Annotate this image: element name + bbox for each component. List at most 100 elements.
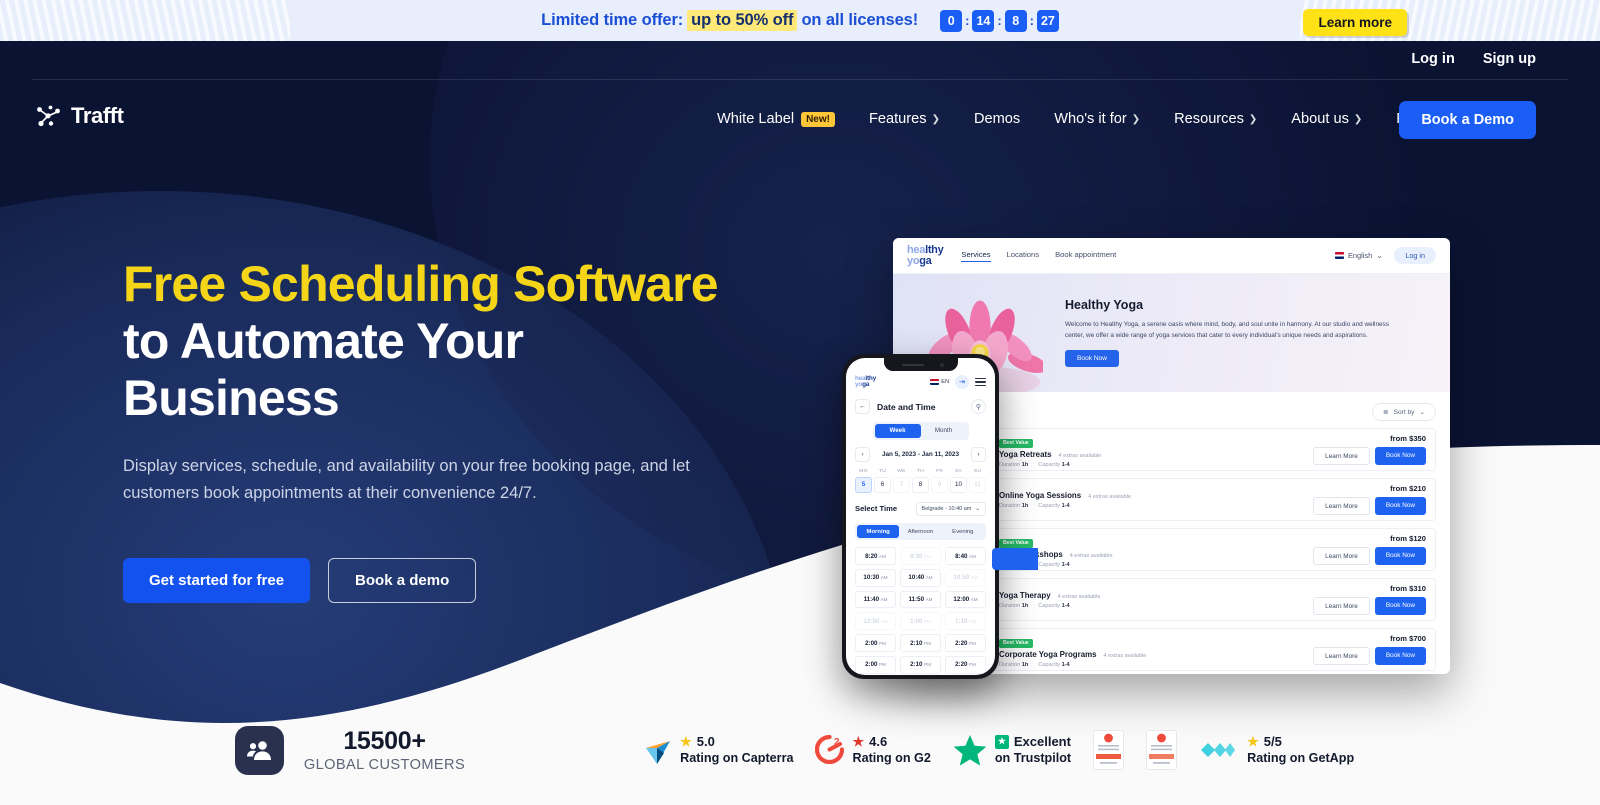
date-cell[interactable]: 9 <box>931 476 948 493</box>
timezone-selector[interactable]: Belgrade - 10:40 am ⌄ <box>915 501 986 516</box>
time-slot[interactable]: 1:10 PM <box>945 612 986 631</box>
time-slot[interactable]: 2:00 PM <box>855 656 896 674</box>
service-capacity: Capacity 1-4 <box>1038 661 1070 668</box>
sign-in-icon[interactable]: ⇥ <box>955 375 969 389</box>
nav-label-about-us: About us <box>1291 111 1349 127</box>
phone-logo-part-3: yo <box>855 381 863 388</box>
logo-part-4: ga <box>919 254 932 267</box>
date-cell[interactable]: 8 <box>912 476 929 493</box>
day-of-week-label: MO <box>859 468 868 474</box>
learn-more-button[interactable]: Learn More <box>1313 447 1370 465</box>
time-slot[interactable]: 2:10 PM <box>900 656 941 674</box>
time-slot[interactable]: 12:50 AM <box>855 612 896 631</box>
signup-link[interactable]: Sign up <box>1483 51 1536 67</box>
rating-capterra[interactable]: ★ 5.0 Rating on Capterra <box>633 734 804 767</box>
best-value-badge: Best Value <box>999 438 1033 448</box>
healthy-yoga-logo[interactable]: healthy yoga <box>907 244 944 267</box>
view-tab-week[interactable]: Week <box>874 424 921 438</box>
nav-label-features: Features <box>868 111 927 127</box>
time-slot[interactable]: 8:20 AM <box>855 547 896 565</box>
previous-week-button[interactable]: ‹ <box>855 446 870 462</box>
get-started-button[interactable]: Get started for free <box>123 558 311 604</box>
book-now-button[interactable]: Book Now <box>1374 597 1426 615</box>
promo-banner: Limited time offer: up to 50% off on all… <box>0 0 1600 41</box>
phone-healthy-yoga-logo[interactable]: healthy yoga <box>855 375 876 389</box>
nav-item-about-us[interactable]: About us ❯ <box>1274 111 1379 127</box>
time-slot[interactable]: 11:40 AM <box>855 590 896 609</box>
mockup-login-button[interactable]: Log in <box>1394 247 1436 264</box>
date-cell[interactable]: 6 <box>874 476 891 493</box>
period-tab-morning[interactable]: Morning <box>857 524 900 539</box>
date-cell[interactable]: 7 <box>893 476 910 493</box>
mockup-nav-services[interactable]: Services <box>961 250 991 262</box>
period-tab-evening[interactable]: Evening <box>942 525 984 538</box>
learn-more-button[interactable]: Learn More <box>1313 597 1370 615</box>
service-duration: Duration 1h <box>999 502 1029 509</box>
time-slot[interactable]: 12:00 AM <box>945 590 986 609</box>
rating-badges: ★ 5.0 Rating on Capterra 2 ★ 4.6 Rating … <box>633 730 1365 770</box>
period-tab-afternoon[interactable]: Afternoon <box>899 525 941 538</box>
time-slot[interactable]: 2:10 PM <box>900 634 941 653</box>
timezone-label: Belgrade - 10:40 am <box>921 505 972 512</box>
badge-g2-high-performer-2022[interactable] <box>1135 730 1188 770</box>
book-a-demo-button[interactable]: Book a Demo <box>1399 101 1536 139</box>
rating-getapp[interactable]: ★ 5/5 Rating on GetApp <box>1188 734 1365 767</box>
learn-more-button[interactable]: Learn More <box>1313 497 1370 515</box>
service-info: Best Value Yoga Retreats 4 extras availa… <box>989 431 1313 468</box>
phone-language-selector[interactable]: EN <box>929 378 949 386</box>
nav-item-features[interactable]: Features ❯ <box>852 111 957 127</box>
time-slot[interactable]: 11:50 AM <box>900 590 941 609</box>
service-extras: 4 extras available <box>1058 452 1102 459</box>
book-now-button[interactable]: Book Now <box>1374 647 1426 665</box>
date-cell[interactable]: 11 <box>969 476 986 493</box>
language-selector[interactable]: English ⌄ <box>1334 251 1382 260</box>
time-slot[interactable]: 8:30 PM <box>900 547 941 565</box>
search-icon[interactable]: ⚲ <box>971 399 986 414</box>
sort-by-dropdown[interactable]: ≣ Sort by ⌄ <box>1372 403 1436 421</box>
mockup-business-description: Welcome to Healthy Yoga, a serene oasis … <box>1065 321 1389 340</box>
back-arrow-icon[interactable]: ← <box>855 399 870 414</box>
time-slot[interactable]: 1:00 PM <box>900 612 941 631</box>
time-slot[interactable]: 10:40 AM <box>900 568 941 587</box>
time-slot[interactable]: 2:00 PM <box>855 634 896 653</box>
mockup-book-now-button[interactable]: Book Now <box>1065 350 1120 368</box>
service-capacity: Capacity 1-4 <box>1038 602 1070 609</box>
page-title: Free Scheduling Software to Automate You… <box>123 256 823 427</box>
brand-logo[interactable]: Trafft <box>35 103 124 129</box>
service-price: from $120 <box>1390 534 1426 543</box>
time-slot[interactable]: 8:40 AM <box>945 547 986 565</box>
nav-item-resources[interactable]: Resources ❯ <box>1157 111 1274 127</box>
sort-by-label: Sort by <box>1393 408 1415 416</box>
time-slot[interactable]: 2:20 PM <box>945 634 986 653</box>
next-week-button[interactable]: › <box>971 446 986 462</box>
date-cell[interactable]: 5 <box>855 476 872 493</box>
mockup-nav-locations[interactable]: Locations <box>1007 250 1040 262</box>
rating-trustpilot[interactable]: ★ Excellent on Trustpilot <box>942 734 1082 767</box>
book-a-demo-hero-button[interactable]: Book a demo <box>328 558 477 604</box>
login-link[interactable]: Log in <box>1411 51 1455 67</box>
phone-logo-part-4: ga <box>862 381 870 388</box>
badge-g2-high-performer-2023[interactable] <box>1082 730 1135 770</box>
hero-subtitle: Display services, schedule, and availabi… <box>123 457 690 502</box>
banner-stripes-left <box>0 0 290 41</box>
nav-item-whos-it-for[interactable]: Who's it for ❯ <box>1037 111 1157 127</box>
hamburger-menu-icon[interactable] <box>975 377 986 387</box>
learn-more-button[interactable]: Learn More <box>1313 647 1370 665</box>
book-now-button[interactable]: Book Now <box>1374 447 1426 465</box>
date-cell[interactable]: 10 <box>950 476 967 493</box>
learn-more-button[interactable]: Learn More <box>1313 547 1370 565</box>
time-slot[interactable]: 10:50 AM <box>945 568 986 587</box>
time-slot[interactable]: 10:30 AM <box>855 568 896 587</box>
view-tab-month[interactable]: Month <box>921 424 967 438</box>
phone-header-right: EN ⇥ <box>929 375 986 389</box>
nav-item-demos[interactable]: Demos <box>957 111 1037 127</box>
time-slot[interactable]: 2:20 PM <box>945 656 986 674</box>
book-now-button[interactable]: Book Now <box>1374 547 1426 565</box>
book-now-button[interactable]: Book Now <box>1374 497 1426 515</box>
mockup-nav-book-appointment[interactable]: Book appointment <box>1055 250 1116 262</box>
phone-camera <box>939 362 944 367</box>
learn-more-button[interactable]: Learn more <box>1303 9 1407 36</box>
rating-g2[interactable]: 2 ★ 4.6 Rating on G2 <box>804 734 941 767</box>
nav-item-white-label[interactable]: White Label New! <box>700 111 852 127</box>
customers-label: GLOBAL CUSTOMERS <box>303 757 466 773</box>
